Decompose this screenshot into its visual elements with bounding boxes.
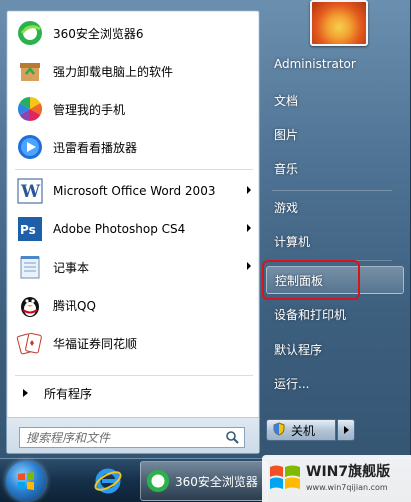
user-avatar[interactable] — [310, 0, 368, 46]
link-documents[interactable]: 文档 — [266, 86, 404, 114]
program-label: 华福证券同花顺 — [53, 336, 138, 351]
link-label: 音乐 — [274, 161, 299, 176]
link-pictures[interactable]: 图片 — [266, 120, 404, 148]
start-menu: 360安全浏览器6 强力卸载电脑上的软件 管理我的手机 迅雷看看播放器 W Mi… — [0, 0, 411, 458]
internet-explorer-icon — [94, 468, 122, 494]
notepad-icon — [15, 252, 45, 282]
search-icon[interactable] — [225, 430, 239, 447]
link-default-programs[interactable]: 默认程序 — [266, 335, 404, 363]
shutdown-group: 关机 — [266, 419, 355, 441]
submenu-arrow-icon[interactable] — [247, 262, 251, 270]
search-input[interactable]: 搜索程序和文件 — [19, 427, 245, 448]
search-area: 搜索程序和文件 — [7, 417, 259, 453]
taskbar-ie[interactable] — [86, 461, 130, 501]
link-label: 文档 — [274, 93, 299, 108]
watermark-title: WIN7旗舰版 — [306, 464, 391, 480]
program-item-qq[interactable]: 腾讯QQ — [11, 287, 255, 323]
link-label: 设备和打印机 — [274, 307, 347, 322]
program-label: 360安全浏览器6 — [53, 26, 144, 41]
program-label: Adobe Photoshop CS4 — [53, 222, 186, 236]
link-run[interactable]: 运行... — [266, 369, 404, 397]
windows-flag-icon — [270, 465, 300, 489]
all-programs-button[interactable]: 所有程序 — [11, 381, 255, 405]
all-programs-label: 所有程序 — [44, 386, 93, 401]
program-label: 强力卸载电脑上的软件 — [53, 64, 174, 79]
taskbar-item-label: 360安全浏览器 — [175, 474, 258, 489]
separator — [15, 375, 253, 376]
separator — [15, 169, 253, 170]
phone-manager-icon — [15, 94, 45, 124]
program-label: Microsoft Office Word 2003 — [53, 184, 216, 198]
start-button[interactable] — [6, 461, 46, 501]
xunlei-player-icon — [15, 132, 45, 162]
shutdown-button[interactable]: 关机 — [266, 419, 336, 441]
shutdown-options-button[interactable] — [337, 419, 355, 441]
svg-text:W: W — [20, 182, 41, 202]
watermark-url: www.win7qijian.com — [306, 483, 388, 492]
word-icon: W — [15, 176, 45, 206]
uninstall-box-icon — [15, 56, 45, 86]
submenu-arrow-icon[interactable] — [247, 186, 251, 194]
chevron-right-icon — [343, 426, 349, 434]
program-item-word[interactable]: W Microsoft Office Word 2003 — [11, 173, 255, 209]
separator — [272, 190, 392, 191]
program-item-photoshop[interactable]: Ps Adobe Photoshop CS4 — [11, 211, 255, 247]
svg-text:Ps: Ps — [20, 223, 36, 237]
link-label: 默认程序 — [274, 342, 323, 357]
taskbar-360-browser[interactable]: 360安全浏览器 — [140, 461, 268, 501]
program-label: 记事本 — [53, 260, 90, 275]
pinned-programs-pane: 360安全浏览器6 强力卸载电脑上的软件 管理我的手机 迅雷看看播放器 W Mi… — [6, 10, 260, 454]
link-administrator[interactable]: Administrator — [266, 50, 404, 78]
qq-penguin-icon — [15, 290, 45, 320]
photoshop-icon: Ps — [15, 214, 45, 244]
submenu-arrow-icon[interactable] — [247, 224, 251, 232]
360-browser-icon — [15, 18, 45, 48]
link-devices-printers[interactable]: 设备和打印机 — [266, 300, 404, 328]
program-item-notepad[interactable]: 记事本 — [11, 249, 255, 285]
360-browser-icon — [146, 469, 170, 493]
program-label: 迅雷看看播放器 — [53, 140, 138, 155]
link-label: 图片 — [274, 127, 299, 142]
link-music[interactable]: 音乐 — [266, 154, 404, 182]
program-label: 腾讯QQ — [53, 298, 96, 313]
site-watermark: WIN7旗舰版 www.win7qijian.com — [262, 455, 411, 502]
link-label: 游戏 — [274, 200, 299, 215]
program-item-tonghuashun[interactable]: 华福证券同花顺 — [11, 325, 255, 361]
right-arrow-icon — [23, 389, 28, 397]
search-placeholder: 搜索程序和文件 — [26, 431, 111, 445]
playing-cards-icon — [15, 328, 45, 358]
link-label: 计算机 — [274, 234, 311, 249]
link-label: Administrator — [274, 57, 356, 71]
shutdown-label: 关机 — [291, 423, 316, 438]
program-label: 管理我的手机 — [53, 102, 126, 117]
program-item-xunlei-player[interactable]: 迅雷看看播放器 — [11, 129, 255, 165]
program-item-phone-manager[interactable]: 管理我的手机 — [11, 91, 255, 127]
program-item-uninstaller[interactable]: 强力卸载电脑上的软件 — [11, 53, 255, 89]
highlight-box — [262, 260, 360, 300]
link-computer[interactable]: 计算机 — [266, 227, 404, 255]
link-games[interactable]: 游戏 — [266, 193, 404, 221]
windows-logo-icon — [18, 472, 34, 490]
link-label: 运行... — [274, 376, 310, 391]
right-pane: Administrator 文档 图片 音乐 游戏 计算机 控制面板 设备和打印… — [262, 0, 407, 454]
program-item-360-browser[interactable]: 360安全浏览器6 — [11, 15, 255, 51]
shield-icon — [273, 421, 285, 439]
